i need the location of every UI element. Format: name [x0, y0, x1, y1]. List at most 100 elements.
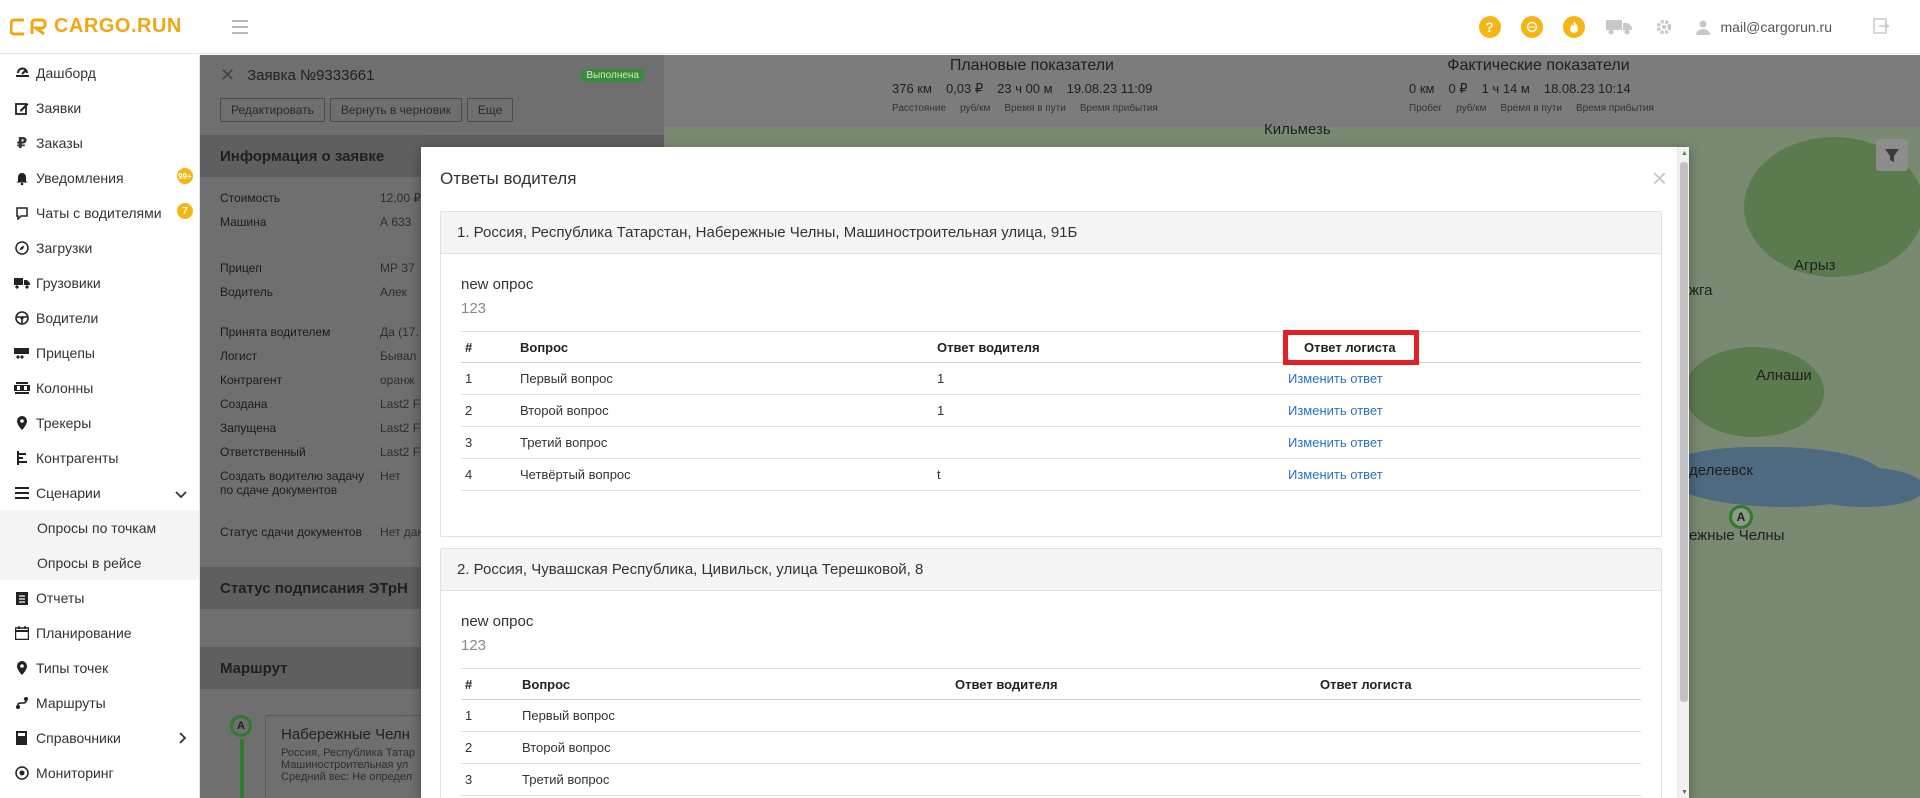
- table-row: 3 Третий вопрос: [461, 763, 1641, 796]
- sidebar-item-label: Мониторинг: [36, 764, 114, 781]
- scroll-up-icon[interactable]: ▲: [1681, 150, 1688, 157]
- chevron-down-icon[interactable]: [175, 486, 187, 502]
- column-header: Ответ водителя: [933, 331, 1284, 363]
- sidebar-item-orders[interactable]: Заявки: [0, 90, 199, 125]
- logout-icon[interactable]: [1872, 17, 1890, 38]
- map-marker-a[interactable]: A: [1729, 505, 1753, 529]
- logo[interactable]: CARGO.RUN: [10, 15, 210, 38]
- route-line: [240, 739, 244, 798]
- status-badge: Выполнена: [581, 69, 644, 82]
- filter-icon[interactable]: [1876, 139, 1908, 171]
- sidebar-item-notifications[interactable]: Уведомления 99+: [0, 160, 199, 195]
- sidebar-item-label: Типы точек: [36, 659, 109, 676]
- more-button[interactable]: Еще: [466, 98, 514, 122]
- menu-toggle-icon[interactable]: [232, 19, 248, 34]
- sidebar-item-routes[interactable]: Маршруты: [0, 685, 199, 720]
- dashboard-icon: [14, 65, 30, 81]
- chevron-right-icon[interactable]: [179, 731, 187, 747]
- change-answer-link[interactable]: Изменить ответ: [1288, 467, 1383, 482]
- column-header: #: [461, 331, 516, 363]
- change-answer-link[interactable]: Изменить ответ: [1288, 371, 1383, 386]
- table-row: 2 Второй вопрос 1 Изменить ответ: [461, 394, 1641, 427]
- sidebar-item-directories[interactable]: Справочники: [0, 720, 199, 755]
- sidebar-item-trackers[interactable]: Трекеры: [0, 405, 199, 440]
- column-header: Вопрос: [516, 331, 933, 363]
- sidebar-item-convoys[interactable]: Колонны: [0, 370, 199, 405]
- help-icon[interactable]: ?: [1478, 16, 1501, 38]
- scroll-down-icon[interactable]: ▼: [1681, 789, 1688, 796]
- map-pin-icon: [14, 660, 30, 676]
- table-row: 1 Первый вопрос 1 Изменить ответ: [461, 362, 1641, 395]
- user-email[interactable]: mail@cargorun.ru: [1721, 19, 1832, 35]
- sidebar-item-label: Маршруты: [36, 694, 106, 711]
- row-number: 3: [461, 426, 516, 459]
- sidebar-item-label: Заказы: [36, 134, 83, 151]
- sidebar-item-drivers[interactable]: Водители: [0, 300, 199, 335]
- user-icon[interactable]: [1695, 19, 1711, 35]
- sidebar-subitem-trip-surveys[interactable]: Опросы в рейсе: [0, 545, 199, 580]
- modal-scrollbar[interactable]: ▲ ▼: [1677, 147, 1689, 798]
- column-header-logist-answer: Ответ логиста: [1283, 329, 1641, 365]
- sidebar-item-chats[interactable]: Чаты с водителями 7: [0, 195, 199, 230]
- map-label: жга: [1689, 282, 1713, 299]
- chat-icon[interactable]: [1520, 16, 1543, 38]
- sidebar-item-label: Грузовики: [36, 274, 101, 291]
- row-number: 4: [461, 458, 516, 491]
- sidebar-item-dashboard[interactable]: Дашборд: [0, 55, 199, 90]
- logist-answer: [1316, 763, 1641, 796]
- logo-text: CARGO.RUN: [54, 15, 182, 37]
- planned-title: Плановые показатели: [949, 57, 1114, 74]
- sidebar-item-contractors[interactable]: Контрагенты: [0, 440, 199, 475]
- truck-icon[interactable]: [1605, 18, 1633, 36]
- actual-title: Фактические показатели: [1447, 57, 1630, 74]
- edit-button[interactable]: Редактировать: [220, 98, 325, 122]
- truck-icon: [14, 275, 30, 291]
- row-number: 1: [461, 362, 516, 395]
- sidebar-item-reports[interactable]: Отчеты: [0, 580, 199, 615]
- survey-code: 123: [461, 637, 487, 654]
- map-label: ежные Челны: [1689, 527, 1785, 544]
- sidebar-subitem-point-surveys[interactable]: Опросы по точкам: [0, 510, 199, 545]
- sidebar-item-trailers[interactable]: Прицепы: [0, 335, 199, 370]
- monitor-icon: [14, 765, 30, 781]
- sidebar-item-trucks[interactable]: Грузовики: [0, 265, 199, 300]
- driver-answer: 1: [933, 394, 1284, 427]
- close-icon[interactable]: ×: [1652, 165, 1667, 191]
- revert-to-draft-button[interactable]: Вернуть в черновик: [329, 98, 462, 122]
- change-answer-link[interactable]: Изменить ответ: [1288, 435, 1383, 450]
- change-answer-link[interactable]: Изменить ответ: [1288, 403, 1383, 418]
- metrics-bar: Плановые показатели 376 км 0,03 ₽23 ч 00 …: [664, 55, 1920, 127]
- table-row: 4 Четвёртый вопрос t Изменить ответ: [461, 458, 1641, 491]
- sidebar-item-scenarios[interactable]: Сценарии: [0, 475, 199, 510]
- sidebar-item-label: Контрагенты: [36, 449, 119, 466]
- sidebar-item-point-types[interactable]: Типы точек: [0, 650, 199, 685]
- column-header: Ответ логиста: [1316, 668, 1641, 700]
- map-label: делеевск: [1689, 462, 1753, 479]
- order-title: Заявка №9333661: [247, 67, 375, 84]
- gear-icon[interactable]: [1655, 18, 1673, 36]
- sidebar-item-planning[interactable]: Планирование: [0, 615, 199, 650]
- ruble-icon: ₽: [16, 134, 28, 152]
- logist-answer: [1316, 731, 1641, 764]
- survey-name: new опрос: [461, 276, 534, 293]
- logist-answer: [1316, 699, 1641, 732]
- planned-metrics: Плановые показатели 376 км 0,03 ₽23 ч 00 …: [892, 57, 1172, 114]
- column-header: Ответ водителя: [951, 668, 1316, 700]
- fire-icon[interactable]: [1562, 16, 1585, 38]
- table-row: 2 Второй вопрос: [461, 731, 1641, 764]
- point-header: 2. Россия, Чувашская Республика, Цивильс…: [441, 549, 1661, 591]
- table-header-row: # Вопрос Ответ водителя Ответ логиста: [461, 668, 1641, 700]
- answers-table: # Вопрос Ответ водителя Ответ логиста 1 …: [461, 329, 1641, 491]
- close-icon[interactable]: ✕: [220, 65, 235, 86]
- steering-wheel-icon: [14, 310, 30, 326]
- question: Первый вопрос: [518, 699, 951, 732]
- sidebar-item-loads[interactable]: Загрузки: [0, 230, 199, 265]
- question: Третий вопрос: [518, 763, 951, 796]
- driver-answer: 1: [933, 362, 1284, 395]
- sidebar-item-label: Планирование: [36, 624, 132, 641]
- scrollbar-thumb[interactable]: [1680, 162, 1688, 702]
- sidebar-item-deals[interactable]: ₽ Заказы: [0, 125, 199, 160]
- sidebar-item-label: Колонны: [36, 379, 94, 396]
- sidebar-item-monitoring[interactable]: Мониторинг: [0, 755, 199, 790]
- row-number: 2: [461, 731, 518, 764]
